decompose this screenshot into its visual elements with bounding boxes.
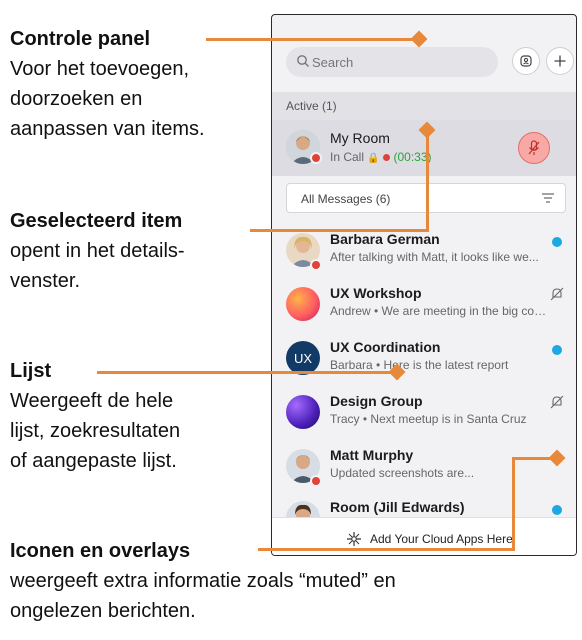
callout-line (426, 130, 429, 232)
lock-icon: 🔒 (367, 153, 380, 164)
annotation-list: Lijst Weergeeft de hele lijst, zoekresul… (10, 356, 180, 476)
active-section-header: Active (1) (272, 92, 576, 120)
search-input[interactable] (312, 51, 492, 73)
call-status-text: In Call (330, 150, 365, 164)
annotation-line: ongelezen berichten. (10, 600, 196, 622)
avatar: UX (286, 341, 320, 375)
room-button[interactable] (512, 47, 540, 75)
annotation-selected-item: Geselecteerd item opent in het details- … (10, 206, 185, 296)
item-message: Updated screenshots are... (330, 466, 475, 480)
item-message: After talking with Matt, it looks like w… (330, 250, 539, 264)
room-icon (520, 55, 532, 67)
list-item[interactable]: Design Group Tracy • Next meetup is in S… (272, 387, 576, 441)
search-icon (297, 55, 309, 67)
annotation-line: aanpassen van items. (10, 118, 205, 140)
annotation-line: of aangepaste lijst. (10, 450, 177, 472)
annotation-title: Controle panel (10, 28, 151, 50)
callout-line (250, 229, 429, 232)
annotation-line: weergeeft extra informatie zoals “muted”… (10, 570, 396, 592)
annotation-line: opent in het details- (10, 240, 185, 262)
list-item[interactable]: Matt Murphy Updated screenshots are... (272, 441, 576, 495)
annotation-line: Weergeeft de hele (10, 390, 174, 412)
active-item-name: My Room (330, 130, 390, 146)
annotation-line: doorzoeken en (10, 88, 143, 110)
list-item[interactable]: Barbara German After talking with Matt, … (272, 225, 576, 279)
item-title: Matt Murphy (330, 447, 414, 463)
avatar (286, 501, 320, 517)
item-message: Tracy • Next meetup is in Santa Cruz (330, 412, 527, 426)
item-title: UX Workshop (330, 285, 422, 301)
item-title: Barbara German (330, 231, 440, 247)
avatar (286, 287, 320, 321)
unread-indicator (552, 237, 562, 247)
status-badge (310, 152, 322, 164)
callout-line (206, 38, 418, 41)
notifications-muted-icon (550, 395, 564, 409)
callout-line (97, 371, 397, 374)
add-button[interactable] (546, 47, 574, 75)
annotation-line: venster. (10, 270, 81, 292)
avatar (286, 395, 320, 429)
list-item[interactable]: Room (Jill Edwards) (272, 493, 576, 517)
annotation-control-panel: Controle panel Voor het toevoegen, doorz… (10, 24, 205, 144)
bottom-bar-label: Add Your Cloud Apps Here (370, 532, 513, 546)
item-message: Andrew • We are meeting in the big conf.… (330, 304, 550, 318)
recording-dot-icon (383, 154, 391, 161)
annotation-title: Geselecteerd item (10, 210, 183, 232)
item-message: Barbara • Here is the latest report (330, 358, 509, 372)
callout-line (512, 457, 515, 551)
status-badge (310, 475, 322, 487)
unread-indicator (552, 345, 562, 355)
item-title: UX Coordination (330, 339, 441, 355)
unread-indicator (552, 505, 562, 515)
filter-label: All Messages (6) (301, 192, 391, 206)
avatar-initials: UX (293, 350, 313, 366)
search-bar[interactable] (286, 47, 498, 77)
sparkle-icon (347, 532, 361, 546)
microphone-muted-icon (528, 140, 540, 155)
app-window: Active (1) My Room In Call 🔒 (00:33) (271, 14, 577, 556)
list-item[interactable]: UX Workshop Andrew • We are meeting in t… (272, 279, 576, 333)
annotation-line: Voor het toevoegen, (10, 58, 190, 80)
status-badge (310, 259, 322, 271)
callout-line (258, 548, 515, 551)
filter-icon (542, 193, 554, 203)
annotation-line: lijst, zoekresultaten (10, 420, 181, 442)
plus-icon (554, 55, 566, 67)
item-title: Room (Jill Edwards) (330, 499, 465, 515)
item-title: Design Group (330, 393, 423, 409)
notifications-muted-icon (550, 287, 564, 301)
active-item-status: In Call 🔒 (00:33) (330, 150, 432, 164)
list-item[interactable]: UX UX Coordination Barbara • Here is the… (272, 333, 576, 387)
mute-button[interactable] (518, 132, 550, 164)
